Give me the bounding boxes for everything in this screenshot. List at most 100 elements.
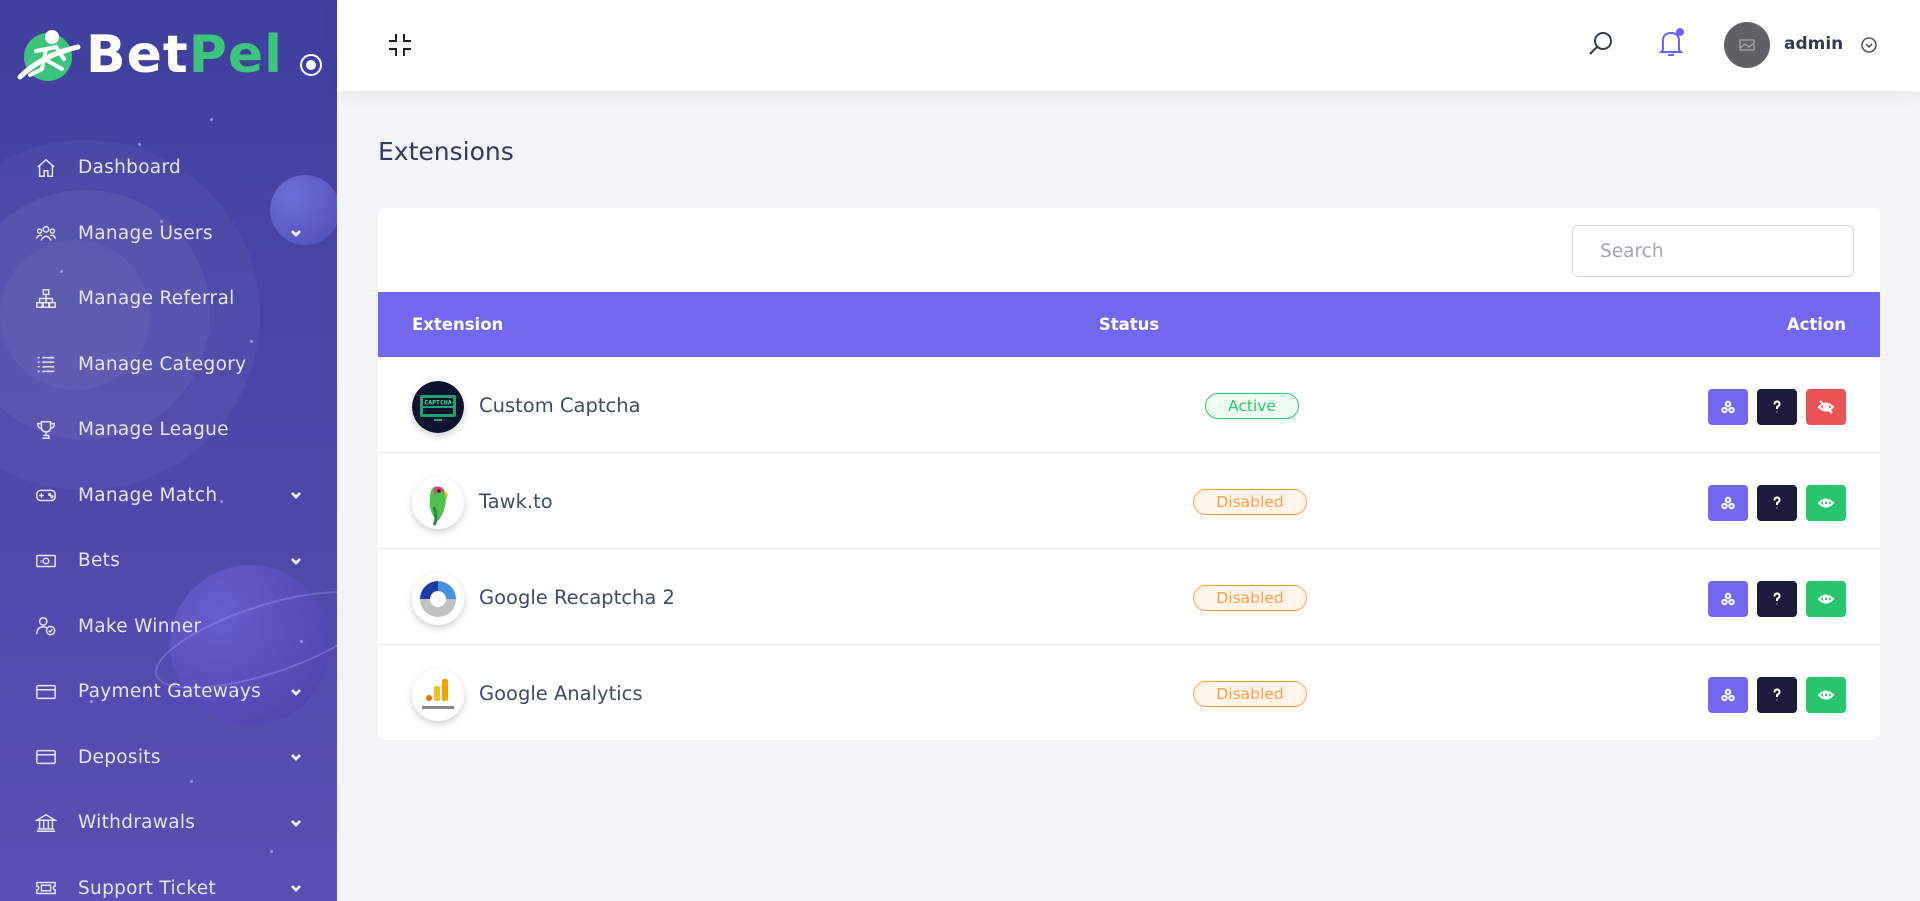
sidebar-item-manage-category[interactable]: Manage Category (0, 332, 337, 398)
cogs-icon (1721, 400, 1735, 414)
eye-slash-icon (1818, 400, 1834, 414)
sidebar-item-label: Manage Match (78, 484, 218, 506)
status-badge: Disabled (1193, 489, 1307, 515)
sidebar-item-label: Manage Category (78, 353, 247, 375)
table-header: Status Extension Action (378, 292, 1880, 357)
cogs-icon (1721, 496, 1735, 510)
chevron-down-icon (289, 815, 305, 831)
enable-button[interactable] (1806, 677, 1846, 713)
trophy-icon (34, 418, 58, 442)
sidebar-item-label: Support Ticket (78, 877, 216, 899)
sidebar-item-manage-referral[interactable]: Manage Referral (0, 266, 337, 332)
help-button[interactable] (1757, 677, 1797, 713)
status-badge: Active (1205, 393, 1299, 419)
search-icon[interactable] (1587, 30, 1615, 58)
credit-card-icon (34, 745, 58, 769)
question-icon (1773, 592, 1781, 605)
chevron-down-icon (289, 749, 305, 765)
image-placeholder-icon (1739, 39, 1755, 51)
configure-button[interactable] (1708, 677, 1748, 713)
sidebar-item-label: Dashboard (78, 157, 182, 179)
gamepad-icon (34, 483, 58, 507)
help-button[interactable] (1757, 389, 1797, 425)
sidebar-item-dashboard[interactable]: Dashboard (0, 135, 337, 201)
brand-logo[interactable]: BetPel (12, 22, 283, 88)
help-button[interactable] (1757, 581, 1797, 617)
decoration (210, 118, 213, 121)
table-row: CAPTCHA Custom Captcha Active (378, 357, 1880, 453)
compress-icon[interactable] (387, 32, 413, 58)
extension-name: Custom Captcha (479, 394, 641, 417)
avatar[interactable] (1724, 22, 1770, 68)
sidebar-nav: Dashboard Manage Users Manage Referral M… (0, 135, 337, 901)
row-actions (1708, 677, 1846, 713)
user-name[interactable]: admin (1784, 34, 1843, 54)
captcha-logo-icon: CAPTCHA (412, 381, 464, 433)
search-input[interactable] (1572, 225, 1854, 277)
sidebar-item-support-ticket[interactable]: Support Ticket (0, 856, 337, 901)
table-row: Tawk.to Disabled (378, 453, 1880, 549)
configure-button[interactable] (1708, 389, 1748, 425)
sidebar-item-label: Manage League (78, 419, 229, 441)
sidebar-item-bets[interactable]: Bets (0, 528, 337, 594)
question-icon (1773, 496, 1781, 509)
sidebar-item-manage-users[interactable]: Manage Users (0, 201, 337, 267)
recaptcha-logo-icon (412, 573, 464, 625)
home-icon (34, 156, 58, 180)
ticket-icon (34, 876, 58, 900)
sidebar-item-manage-league[interactable]: Manage League (0, 397, 337, 463)
enable-button[interactable] (1806, 581, 1846, 617)
bank-icon (34, 811, 58, 835)
brand-name: BetPel (86, 25, 283, 85)
question-icon (1773, 688, 1781, 701)
extension-name: Google Analytics (479, 682, 643, 705)
table-row: Google Analytics Disabled (378, 645, 1880, 740)
sidebar-item-withdrawals[interactable]: Withdrawals (0, 790, 337, 856)
enable-button[interactable] (1806, 485, 1846, 521)
column-header-action: Action (1786, 315, 1846, 334)
sidebar-item-manage-match[interactable]: Manage Match (0, 463, 337, 529)
runner-logo-icon (12, 25, 82, 85)
top-navbar: admin (337, 0, 1920, 91)
chevron-down-icon (289, 880, 305, 896)
extension-name: Google Recaptcha 2 (479, 586, 675, 609)
bell-icon[interactable] (1657, 28, 1685, 58)
sidebar-item-label: Make Winner (78, 615, 202, 637)
credit-card-icon (34, 680, 58, 704)
sidebar-item-label: Withdrawals (78, 812, 196, 834)
users-icon (34, 221, 58, 245)
chevron-down-icon (289, 684, 305, 700)
help-button[interactable] (1757, 485, 1797, 521)
sidebar-item-label: Deposits (78, 746, 161, 768)
sidebar-item-deposits[interactable]: Deposits (0, 725, 337, 791)
extensions-card: Status Extension Action CAPTCHA Custom C… (378, 208, 1880, 740)
eye-icon (1818, 498, 1834, 508)
sitemap-icon (34, 287, 58, 311)
user-check-icon (34, 614, 58, 638)
money-bill-icon (34, 549, 58, 573)
row-actions (1708, 485, 1846, 521)
sidebar-item-label: Manage Referral (78, 288, 235, 310)
chevron-down-icon (289, 553, 305, 569)
disable-button[interactable] (1806, 389, 1846, 425)
configure-button[interactable] (1708, 485, 1748, 521)
status-badge: Disabled (1193, 681, 1307, 707)
sidebar: BetPel Dashboard Manage Users Manage Ref… (0, 0, 337, 901)
configure-button[interactable] (1708, 581, 1748, 617)
notification-dot (1676, 28, 1684, 36)
eye-icon (1818, 690, 1834, 700)
sidebar-item-payment-gateways[interactable]: Payment Gateways (0, 659, 337, 725)
sidebar-item-make-winner[interactable]: Make Winner (0, 594, 337, 660)
row-actions (1708, 389, 1846, 425)
column-header-status: Status (1098, 315, 1160, 334)
column-header-extension: Extension (412, 315, 504, 334)
svg-text:CAPTCHA: CAPTCHA (424, 399, 451, 407)
chevron-down-icon (289, 487, 305, 503)
cogs-icon (1721, 592, 1735, 606)
row-actions (1708, 581, 1846, 617)
cogs-icon (1721, 688, 1735, 702)
chevron-down-circle-icon[interactable] (1860, 36, 1878, 54)
extension-name: Tawk.to (479, 490, 553, 513)
sidebar-toggle-icon[interactable] (300, 54, 322, 76)
chevron-down-icon (289, 225, 305, 241)
